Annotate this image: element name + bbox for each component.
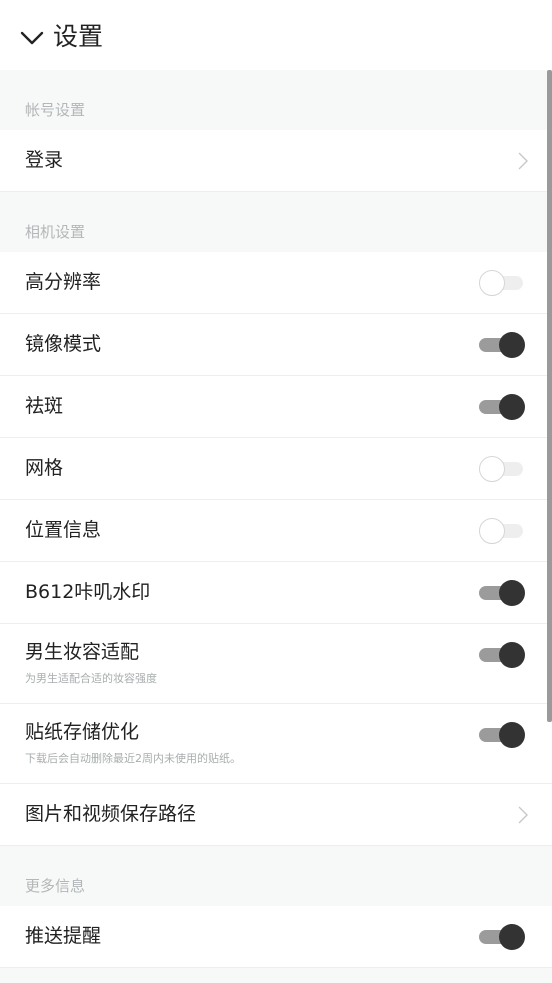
- login-label: 登录: [25, 149, 64, 171]
- freckle-removal-toggle[interactable]: [479, 394, 525, 420]
- page-title: 设置: [53, 22, 104, 51]
- settings-list: 帐号设置 登录 相机设置 高分辨率 镜像模式 祛斑 网格 位置信息 B612咔叽…: [0, 70, 552, 968]
- setting-row-location-info: 位置信息: [0, 500, 552, 562]
- setting-row-mirror-mode: 镜像模式: [0, 314, 552, 376]
- male-makeup-toggle[interactable]: [479, 642, 525, 668]
- high-resolution-toggle[interactable]: [479, 270, 525, 296]
- setting-label: 祛斑: [25, 395, 64, 417]
- setting-label: 贴纸存储优化: [25, 721, 140, 743]
- login-row[interactable]: 登录: [0, 130, 552, 192]
- setting-label: 男生妆容适配: [25, 641, 140, 663]
- mirror-mode-toggle[interactable]: [479, 332, 525, 358]
- save-path-row[interactable]: 图片和视频保存路径: [0, 784, 552, 846]
- chevron-down-icon[interactable]: [20, 28, 44, 48]
- save-path-label: 图片和视频保存路径: [25, 803, 197, 825]
- setting-row-push-notification: 推送提醒: [0, 906, 552, 968]
- setting-label: 网格: [25, 457, 64, 479]
- setting-label: B612咔叽水印: [25, 581, 151, 603]
- grid-toggle[interactable]: [479, 456, 525, 482]
- setting-description: 下载后会自动删除最近2周内未使用的贴纸。: [25, 752, 241, 765]
- setting-row-male-makeup: 男生妆容适配 为男生适配合适的妆容强度: [0, 624, 552, 704]
- setting-row-high-resolution: 高分辨率: [0, 252, 552, 314]
- setting-row-grid: 网格: [0, 438, 552, 500]
- section-header-camera: 相机设置: [0, 192, 552, 252]
- setting-row-watermark: B612咔叽水印: [0, 562, 552, 624]
- setting-label: 镜像模式: [25, 333, 102, 355]
- sticker-storage-toggle[interactable]: [479, 722, 525, 748]
- push-notification-toggle[interactable]: [479, 924, 525, 950]
- setting-label: 推送提醒: [25, 925, 102, 947]
- setting-label: 高分辨率: [25, 271, 102, 293]
- scrollbar[interactable]: [547, 70, 552, 722]
- location-info-toggle[interactable]: [479, 518, 525, 544]
- chevron-right-icon: [518, 806, 528, 824]
- setting-row-freckle-removal: 祛斑: [0, 376, 552, 438]
- chevron-right-icon: [518, 152, 528, 170]
- section-header-account: 帐号设置: [0, 70, 552, 130]
- section-header-more: 更多信息: [0, 846, 552, 906]
- setting-row-sticker-storage: 贴纸存储优化 下载后会自动删除最近2周内未使用的贴纸。: [0, 704, 552, 784]
- setting-label: 位置信息: [25, 519, 102, 541]
- setting-description: 为男生适配合适的妆容强度: [25, 672, 157, 685]
- watermark-toggle[interactable]: [479, 580, 525, 606]
- top-bar: 设置: [0, 0, 552, 70]
